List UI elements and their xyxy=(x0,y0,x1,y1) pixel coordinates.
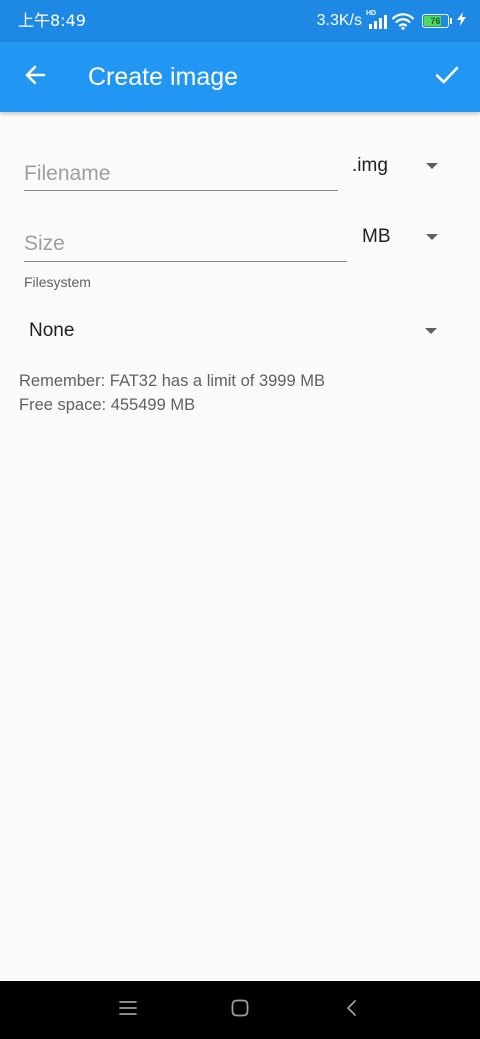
page-title: Create image xyxy=(88,63,239,91)
filesystem-value: None xyxy=(29,320,75,341)
charging-icon xyxy=(457,11,466,31)
wifi-icon xyxy=(392,12,414,30)
home-button[interactable] xyxy=(225,995,255,1025)
size-field-container xyxy=(24,228,347,262)
extension-dropdown[interactable]: .img xyxy=(352,150,452,182)
signal-icon: HD xyxy=(366,10,388,30)
fat32-limit-note: Remember: FAT32 has a limit of 3999 MB xyxy=(19,372,325,390)
battery-level: 76 xyxy=(430,16,441,26)
check-icon xyxy=(435,63,459,92)
free-space-text: Free space: 455499 MB xyxy=(19,396,196,414)
filename-field-container xyxy=(24,158,338,191)
size-input[interactable] xyxy=(24,228,347,260)
extension-value: .img xyxy=(352,155,388,176)
menu-icon xyxy=(119,1000,137,1021)
home-icon xyxy=(231,999,249,1022)
filename-input[interactable] xyxy=(24,158,338,190)
system-back-button[interactable] xyxy=(336,995,366,1025)
filesystem-dropdown[interactable]: None xyxy=(29,315,452,347)
confirm-button[interactable] xyxy=(426,56,468,98)
back-chevron-icon xyxy=(345,999,357,1022)
back-button[interactable] xyxy=(14,56,56,98)
filesystem-label: Filesystem xyxy=(24,274,91,290)
dropdown-arrow-icon xyxy=(426,234,438,240)
size-unit-dropdown[interactable]: MB xyxy=(362,221,452,253)
status-icons: 3.3K/s HD 76 xyxy=(317,10,466,32)
app-bar: Create image xyxy=(0,42,480,112)
dropdown-arrow-icon xyxy=(426,163,438,169)
dropdown-arrow-icon xyxy=(425,328,437,334)
navigation-bar xyxy=(0,981,480,1039)
battery-icon: 76 xyxy=(422,14,452,28)
recent-apps-button[interactable] xyxy=(113,995,143,1025)
status-time: 上午8:49 xyxy=(18,11,86,30)
network-speed: 3.3K/s xyxy=(316,12,362,29)
size-unit-value: MB xyxy=(362,226,391,247)
status-bar: 上午8:49 3.3K/s HD 76 xyxy=(0,0,480,42)
arrow-left-icon xyxy=(24,64,46,91)
